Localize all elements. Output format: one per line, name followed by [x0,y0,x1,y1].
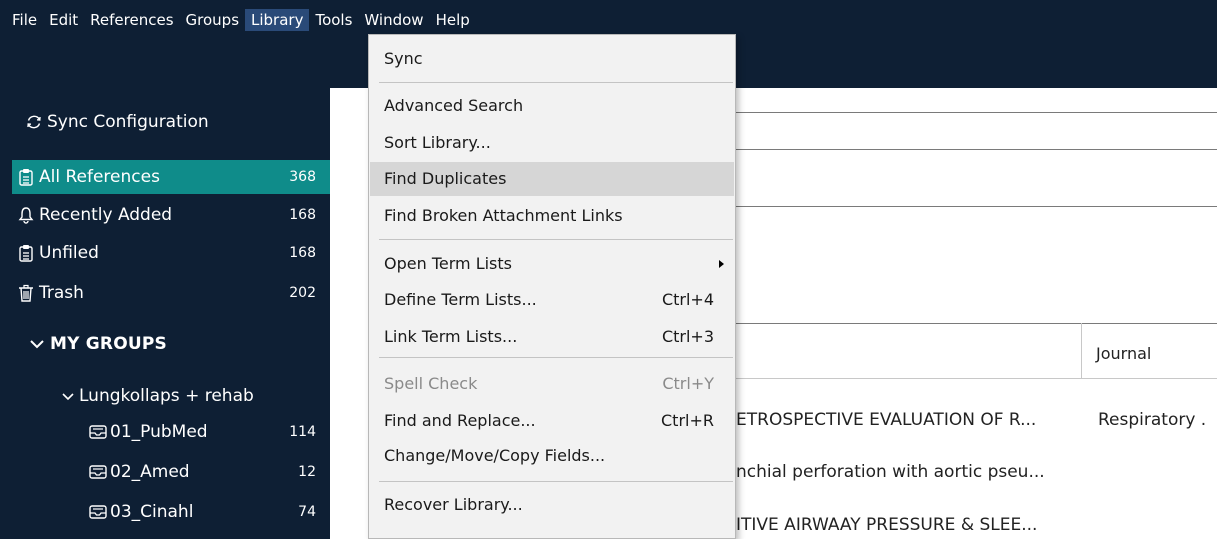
group-item-count: 12 [298,464,316,480]
menu-references[interactable]: References [84,9,179,31]
menu-item-shortcut: Ctrl+Y [662,374,714,393]
table-header-border [736,378,1217,379]
menu-separator [379,481,733,482]
menu-separator [379,357,733,358]
clipboard-icon [19,169,33,186]
my-groups-header[interactable]: MY GROUPS [30,331,167,357]
menu-tools[interactable]: Tools [309,9,358,31]
menu-item-advanced-search[interactable]: Advanced Search [370,89,734,123]
menu-item-find-replace[interactable]: Find and Replace... Ctrl+R [370,404,734,438]
group-icon [89,465,107,479]
menu-item-shortcut: Ctrl+R [661,411,714,430]
group-item-label: 02_Amed [110,462,190,482]
menu-item-label: Link Term Lists... [384,327,518,346]
menu-file[interactable]: File [6,9,43,31]
menu-item-label: Define Term Lists... [384,290,537,309]
menu-item-spell-check: Spell Check Ctrl+Y [370,367,734,401]
sidebar-item-count: 168 [289,207,316,223]
divider-line [736,149,1217,150]
menu-window[interactable]: Window [358,9,429,31]
sync-icon [27,115,41,129]
menu-separator [379,239,733,240]
group-item-count: 114 [289,424,316,440]
sidebar-item-label: All References [39,167,160,187]
menu-item-label: Open Term Lists [384,254,512,273]
sidebar-item-label: Unfiled [39,243,99,263]
sidebar-item-trash[interactable]: Trash 202 [12,276,330,310]
sidebar: Sync Configuration All References 368 Re… [0,88,330,539]
reference-title[interactable]: nchial perforation with aortic pseu... [736,462,1045,482]
sync-configuration-button[interactable]: Sync Configuration [24,109,209,135]
bell-icon [18,207,34,224]
group-item-02-amed[interactable]: 02_Amed 12 [88,458,330,486]
menu-item-find-duplicates[interactable]: Find Duplicates [370,162,734,196]
menu-item-shortcut: Ctrl+4 [661,290,714,309]
chevron-down-icon [30,340,44,349]
column-header-journal[interactable]: Journal [1081,323,1217,378]
menu-item-sync[interactable]: Sync [370,42,734,76]
library-menu-dropdown: Sync Advanced Search Sort Library... Fin… [368,34,736,539]
sync-configuration-label: Sync Configuration [47,112,209,132]
group-icon [89,505,107,519]
menu-item-change-move-copy[interactable]: Change/Move/Copy Fields... [370,439,734,473]
menu-groups[interactable]: Groups [180,9,245,31]
chevron-down-icon [62,392,74,400]
menu-help[interactable]: Help [430,9,476,31]
group-set-lungkollaps[interactable]: Lungkollaps + rehab [62,384,254,408]
menu-item-find-broken-links[interactable]: Find Broken Attachment Links [370,199,734,233]
sidebar-item-recently-added[interactable]: Recently Added 168 [12,198,330,232]
divider-line [736,206,1217,207]
menu-item-recover-library[interactable]: Recover Library... [370,488,734,522]
reference-title[interactable]: ITIVE AIRWAAY PRESSURE & SLEE... [736,515,1037,535]
my-groups-label: MY GROUPS [50,334,167,354]
menu-separator [379,82,733,83]
menu-item-define-term-lists[interactable]: Define Term Lists... Ctrl+4 [370,283,734,317]
group-set-label: Lungkollaps + rehab [79,386,254,406]
group-item-label: 01_PubMed [110,422,208,442]
trash-icon [19,284,33,302]
sidebar-item-label: Trash [39,283,84,303]
reference-title[interactable]: ETROSPECTIVE EVALUATION OF R... [736,410,1036,430]
menu-item-shortcut: Ctrl+3 [661,327,714,346]
divider-line [736,112,1217,113]
menu-item-label: Find and Replace... [384,411,536,430]
sidebar-item-count: 202 [289,285,316,301]
menu-edit[interactable]: Edit [43,9,84,31]
sidebar-item-label: Recently Added [39,205,173,225]
menu-item-link-term-lists[interactable]: Link Term Lists... Ctrl+3 [370,320,734,354]
reference-journal[interactable]: Respiratory . [1098,410,1206,430]
menu-item-open-term-lists[interactable]: Open Term Lists [370,247,734,281]
group-item-03-cinahl[interactable]: 03_Cinahl 74 [88,498,330,526]
group-item-label: 03_Cinahl [110,502,194,522]
menu-library[interactable]: Library [245,9,310,31]
group-item-01-pubmed[interactable]: 01_PubMed 114 [88,418,330,446]
menu-item-sort-library[interactable]: Sort Library... [370,126,734,160]
menu-item-label: Spell Check [384,374,478,393]
submenu-arrow-icon [719,260,724,268]
sidebar-item-count: 168 [289,245,316,261]
sidebar-item-count: 368 [289,169,316,185]
group-item-count: 74 [298,504,316,520]
sidebar-item-all-references[interactable]: All References 368 [12,160,330,194]
clipboard-icon [19,245,33,262]
group-icon [89,425,107,439]
sidebar-item-unfiled[interactable]: Unfiled 168 [12,236,330,270]
menu-list: File Edit References Groups Library Tool… [6,9,476,31]
